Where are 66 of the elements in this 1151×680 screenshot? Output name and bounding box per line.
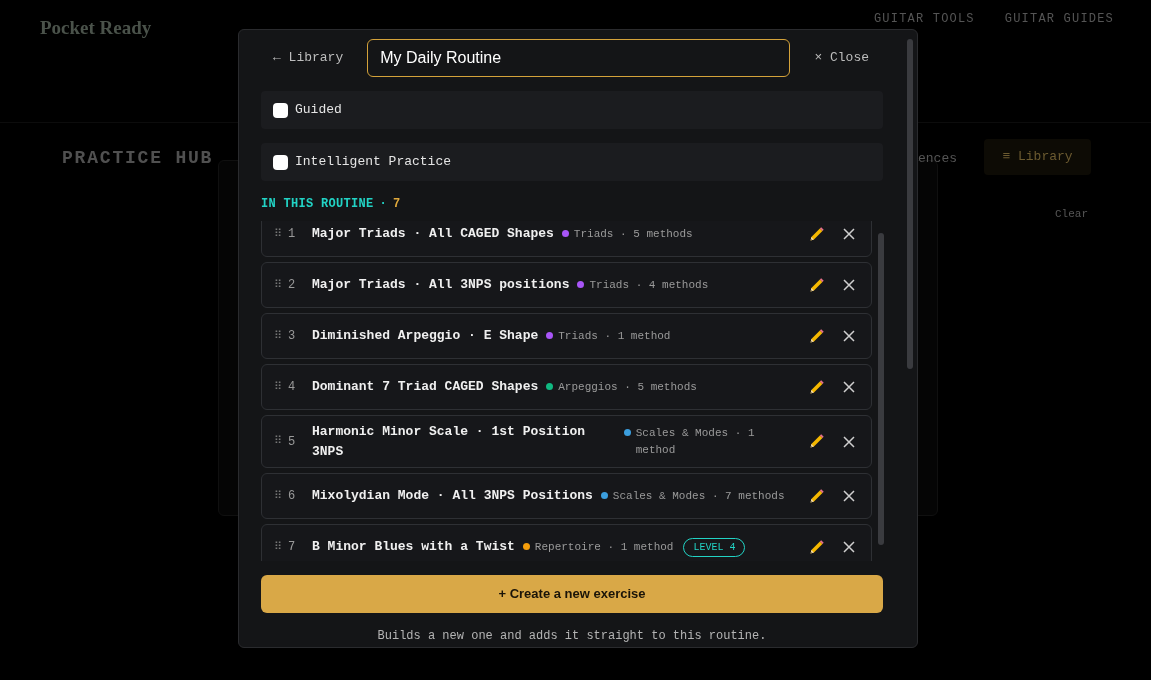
- checkbox[interactable]: [273, 102, 288, 118]
- row-number: 3: [287, 328, 297, 345]
- exercise-title: B Minor Blues with a Twist: [312, 538, 515, 557]
- exercise-title: Diminished Arpeggio · E Shape: [312, 327, 539, 346]
- category-meta: Triads · 4 methods: [589, 277, 709, 293]
- edit-icon[interactable]: [808, 538, 825, 556]
- row-number: 1: [287, 226, 297, 243]
- exercise-title: Major Triads · All 3NPS positions: [312, 276, 570, 295]
- title-field[interactable]: My Daily Routine: [367, 39, 791, 77]
- exercise-row[interactable]: ⠿ 5 Harmonic Minor Scale · 1st Position 3NPS Scales & Modes · 1 method: [261, 415, 872, 468]
- category-meta: Repertoire · 1 method: [534, 539, 674, 555]
- close-icon[interactable]: [843, 228, 855, 240]
- option-row[interactable]: Guided: [261, 91, 883, 129]
- edit-icon[interactable]: [808, 276, 825, 294]
- exercise-row[interactable]: ⠿ 3 Diminished Arpeggio · E Shape Triads · 1 method: [261, 313, 872, 359]
- option-label: Intelligent Practice: [295, 153, 452, 172]
- exercise-row[interactable]: ⠿ 1 Major Triads · All CAGED Shapes Triads · 5 methods: [261, 221, 872, 257]
- option-row[interactable]: Intelligent Practice: [261, 143, 883, 181]
- category-meta: Scales & Modes · 1 method: [635, 426, 756, 458]
- hint-text: Builds a new one and adds it straight to this routine.: [376, 628, 768, 645]
- count: 7: [393, 196, 401, 213]
- exercise-title: Mixolydian Mode · All 3NPS Positions: [312, 487, 593, 506]
- exercise-row[interactable]: ⠿ 7 B Minor Blues with a Twist Repertoire · 1 method LEVEL 4: [261, 524, 872, 561]
- close-icon[interactable]: [843, 279, 855, 291]
- close-button[interactable]: × Close: [814, 48, 883, 68]
- drag-handle[interactable]: ⠿: [274, 276, 286, 294]
- exercise-row[interactable]: ⠿ 2 Major Triads · All 3NPS positions Triads · 4 methods: [261, 262, 872, 308]
- drag-handle[interactable]: ⠿: [274, 378, 286, 396]
- row-number: 5: [287, 433, 297, 451]
- section-heading: IN THIS ROUTINE: [261, 196, 374, 213]
- scrollbar[interactable]: [878, 233, 884, 545]
- edit-icon[interactable]: [808, 225, 825, 243]
- drag-handle[interactable]: ⠿: [274, 225, 286, 243]
- exercise-title: Harmonic Minor Scale · 1st Position 3NPS: [312, 423, 587, 461]
- exercise-title: Dominant 7 Triad CAGED Shapes: [312, 378, 539, 397]
- category-meta: Triads · 1 method: [558, 328, 671, 344]
- scrollbar[interactable]: [907, 39, 913, 369]
- drag-handle[interactable]: ⠿: [274, 538, 286, 556]
- separator: ·: [379, 196, 388, 213]
- row-number: 4: [287, 379, 297, 396]
- close-icon[interactable]: [843, 541, 855, 553]
- create-button[interactable]: + Create a new exercise: [261, 575, 883, 613]
- edit-icon[interactable]: [808, 487, 825, 505]
- close-icon[interactable]: [843, 330, 855, 342]
- page-title: PRACTICE HUB: [62, 147, 214, 170]
- checkbox[interactable]: [273, 154, 288, 170]
- drag-handle[interactable]: ⠿: [274, 327, 286, 345]
- category-meta: Arpeggios · 5 methods: [558, 379, 697, 395]
- exercise-row[interactable]: ⠿ 6 Mixolydian Mode · All 3NPS Positions Scales & Modes · 7 methods: [261, 473, 872, 519]
- exercise-title: Major Triads · All CAGED Shapes: [312, 225, 554, 244]
- category-meta: Triads · 5 methods: [573, 226, 693, 242]
- row-number: 7: [287, 539, 297, 556]
- edit-icon[interactable]: [808, 327, 825, 345]
- category-meta: Scales & Modes · 7 methods: [612, 488, 785, 504]
- row-number: 2: [287, 277, 297, 294]
- drag-handle[interactable]: ⠿: [274, 433, 286, 450]
- close-icon[interactable]: [843, 381, 855, 393]
- option-label: Guided: [295, 101, 342, 120]
- drag-handle[interactable]: ⠿: [274, 487, 286, 505]
- row-number: 6: [287, 488, 297, 505]
- back-link[interactable]: ← Library: [261, 48, 344, 68]
- exercise-row[interactable]: ⠿ 4 Dominant 7 Triad CAGED Shapes Arpeggios · 5 methods: [261, 364, 872, 410]
- close-icon[interactable]: [843, 490, 855, 502]
- close-icon[interactable]: [843, 435, 855, 448]
- edit-icon[interactable]: [808, 433, 825, 450]
- edit-icon[interactable]: [808, 378, 825, 396]
